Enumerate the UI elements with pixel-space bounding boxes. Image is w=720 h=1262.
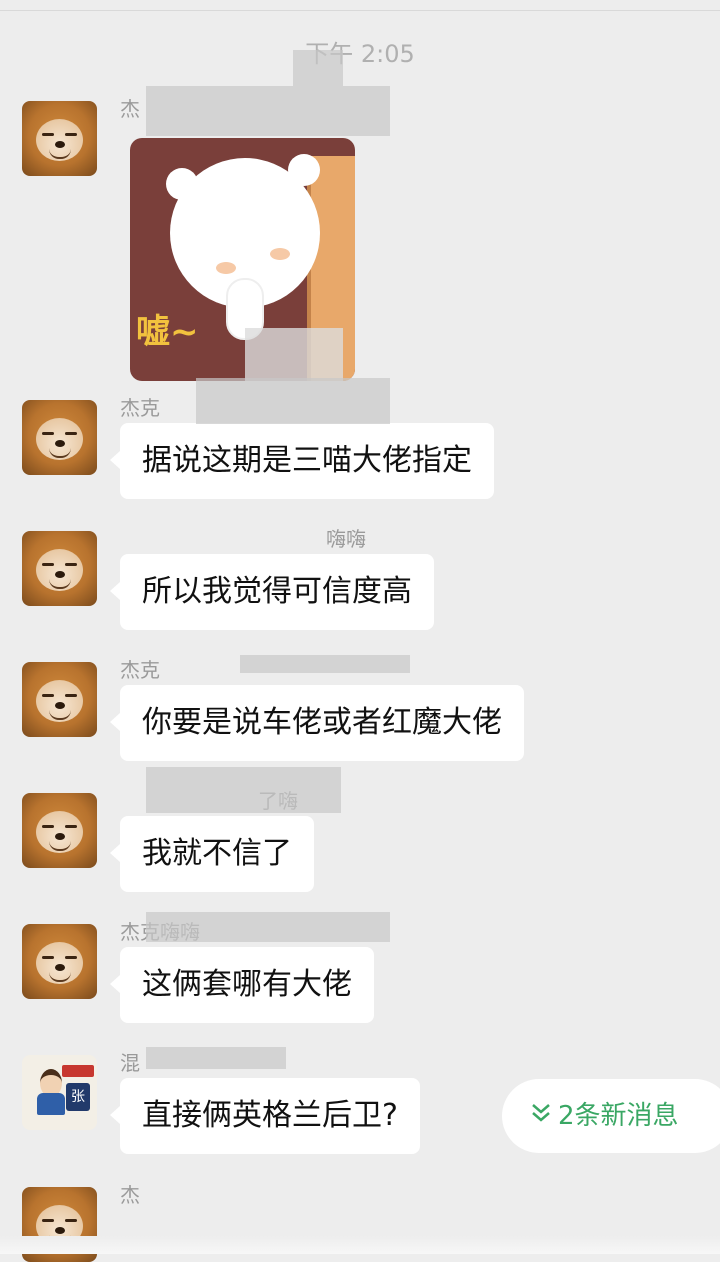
bottom-edge bbox=[0, 1236, 720, 1254]
avatar[interactable] bbox=[22, 531, 97, 606]
message-bubble[interactable]: 所以我觉得可信度高 bbox=[110, 554, 434, 630]
avatar[interactable] bbox=[22, 400, 97, 475]
avatar[interactable] bbox=[22, 924, 97, 999]
top-divider bbox=[0, 0, 720, 11]
sender-name: 杰克 bbox=[120, 658, 160, 682]
mosaic-overlay bbox=[146, 86, 390, 136]
mosaic-overlay bbox=[196, 378, 390, 424]
mosaic-overlay bbox=[240, 655, 410, 673]
message-bubble[interactable]: 这俩套哪有大佬 bbox=[110, 947, 374, 1023]
sender-name: 嗨嗨 bbox=[326, 527, 366, 551]
sender-name: 混 bbox=[120, 1051, 140, 1075]
sender-name: 杰克 bbox=[120, 396, 160, 420]
sticker-text: 嘘~ bbox=[136, 312, 199, 352]
avatar[interactable] bbox=[22, 793, 97, 868]
double-chevron-down-icon bbox=[530, 1079, 552, 1153]
mosaic-overlay bbox=[146, 912, 390, 942]
sticker-image[interactable]: 嘘~ bbox=[130, 138, 355, 381]
avatar[interactable] bbox=[22, 101, 97, 176]
sender-name: 杰 bbox=[120, 97, 140, 121]
message-bubble[interactable]: 直接俩英格兰后卫? bbox=[110, 1078, 420, 1154]
new-messages-button[interactable]: 2条新消息 bbox=[502, 1079, 720, 1153]
mosaic-overlay bbox=[146, 767, 341, 813]
avatar[interactable] bbox=[22, 662, 97, 737]
message-bubble[interactable]: 据说这期是三喵大佬指定 bbox=[110, 423, 494, 499]
new-messages-label: 2条新消息 bbox=[558, 1101, 679, 1131]
avatar[interactable]: 张 bbox=[22, 1055, 97, 1130]
message-bubble[interactable]: 你要是说车佬或者红魔大佬 bbox=[110, 685, 524, 761]
mosaic-overlay bbox=[293, 50, 343, 86]
sender-name: 杰 bbox=[120, 1183, 140, 1207]
timestamp: 下午 2:05 bbox=[305, 40, 415, 68]
mosaic-overlay bbox=[146, 1047, 286, 1069]
avatar-badge: 张 bbox=[66, 1083, 90, 1111]
message-bubble[interactable]: 我就不信了 bbox=[110, 816, 314, 892]
